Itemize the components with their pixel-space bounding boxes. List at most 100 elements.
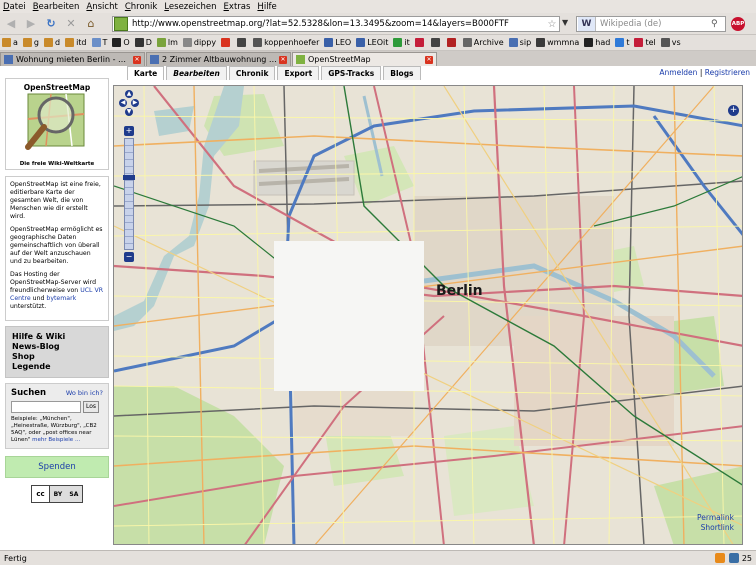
slippy-map[interactable]: Berlin ▲ ◀ ▶ ▼ + − + Permalink Shortlink	[113, 85, 743, 545]
more-examples-link[interactable]: mehr Beispiele ...	[32, 437, 80, 443]
bookmark-star-icon[interactable]: ☆	[545, 19, 559, 30]
zoom-in-icon[interactable]: +	[124, 126, 134, 136]
search-input[interactable]	[11, 401, 81, 413]
bookmark-favicon-icon	[660, 38, 670, 47]
stop-icon[interactable]: ✕	[63, 16, 79, 32]
forward-arrow-icon[interactable]: ▶	[23, 16, 39, 32]
sidebar-link[interactable]: Legende	[12, 362, 102, 372]
bytemark-link[interactable]: bytemark	[46, 295, 76, 302]
reload-icon[interactable]: ↻	[43, 16, 59, 32]
search-title: Suchen	[11, 388, 47, 398]
url-text[interactable]: http://www.openstreetmap.org/?lat=52.532…	[132, 19, 545, 29]
bookmark-item[interactable]: LEOit	[356, 38, 388, 47]
bookmark-item[interactable]: sip	[508, 38, 531, 47]
menu-item[interactable]: Hilfe	[257, 2, 276, 12]
login-link[interactable]: Anmelden	[659, 68, 697, 77]
bookmark-item[interactable]: a	[2, 38, 18, 47]
sidebar-link[interactable]: Shop	[12, 352, 102, 362]
bookmark-item[interactable]: wmmna	[536, 38, 579, 47]
bookmark-item[interactable]: tel	[634, 38, 656, 47]
shortlink-link[interactable]: Shortlink	[697, 523, 734, 533]
tab-close-icon[interactable]: ✕	[133, 55, 141, 64]
bookmark-favicon-icon	[324, 38, 334, 47]
network-icon[interactable]	[728, 553, 739, 563]
pan-up-icon[interactable]: ▲	[125, 90, 133, 98]
donate-button[interactable]: Spenden	[5, 456, 109, 478]
bookmark-item[interactable]: T	[91, 38, 107, 47]
bookmark-item[interactable]	[430, 38, 442, 47]
bookmark-item[interactable]: vs	[660, 38, 681, 47]
search-box[interactable]: W Wikipedia (de) ⚲	[576, 16, 726, 32]
bookmark-item[interactable]	[446, 38, 458, 47]
bookmark-item[interactable]: D	[134, 38, 152, 47]
osm-nav-tab[interactable]: Bearbeiten	[166, 66, 227, 80]
bookmark-item[interactable]: LEO	[324, 38, 351, 47]
bookmark-favicon-icon	[134, 38, 144, 47]
creative-commons-badge[interactable]: cc BY SA	[31, 485, 83, 503]
osm-logo[interactable]: OpenStreetMap Die freie Wiki-Weltkarte	[5, 78, 109, 170]
bookmark-item[interactable]: koppenhoefer	[253, 38, 319, 47]
osm-nav-tab[interactable]: Blogs	[383, 66, 421, 80]
back-arrow-icon[interactable]: ◀	[3, 16, 19, 32]
search-placeholder[interactable]: Wikipedia (de)	[600, 19, 711, 29]
browser-tab[interactable]: OpenStreetMap ✕	[292, 52, 437, 66]
bookmark-item[interactable]: had	[584, 38, 610, 47]
map-tiles[interactable]	[114, 86, 743, 545]
addon-icon[interactable]	[714, 553, 725, 563]
zoom-slider[interactable]	[123, 138, 135, 250]
osm-nav-tab[interactable]: GPS-Tracks	[321, 66, 382, 80]
bookmark-item[interactable]: lm	[156, 38, 178, 47]
sidebar-link[interactable]: News-Blog	[12, 342, 102, 352]
search-icon[interactable]: ⚲	[711, 19, 725, 29]
tab-close-icon[interactable]: ✕	[425, 55, 433, 64]
tab-close-icon[interactable]: ✕	[279, 55, 287, 64]
intro-box: OpenStreetMap ist eine freie, editierbar…	[5, 176, 109, 321]
menu-item[interactable]: Extras	[224, 2, 251, 12]
zoom-controls: ▲ ◀ ▶ ▼ + −	[119, 90, 139, 262]
zoom-out-icon[interactable]: −	[124, 252, 134, 262]
bookmark-item[interactable]: g	[22, 38, 39, 47]
bookmark-item[interactable]: dippy	[182, 38, 216, 47]
sidebar-link[interactable]: Hilfe & Wiki	[12, 332, 102, 342]
bookmark-label: itd	[76, 38, 87, 47]
bookmark-item[interactable]: itd	[65, 38, 87, 47]
bookmark-favicon-icon	[393, 38, 403, 47]
bookmark-item[interactable]: O	[112, 38, 130, 47]
bookmark-item[interactable]: it	[393, 38, 410, 47]
bookmark-item[interactable]	[237, 38, 248, 47]
menu-item[interactable]: Chronik	[125, 2, 158, 12]
register-link[interactable]: Registrieren	[705, 68, 750, 77]
tab-title: 2 Zimmer Altbauwohnung PR...	[162, 55, 277, 64]
bookmark-item[interactable]: Archive	[462, 38, 504, 47]
menu-item[interactable]: Datei	[3, 2, 26, 12]
bookmark-item[interactable]: d	[43, 38, 60, 47]
pan-down-icon[interactable]: ▼	[125, 108, 133, 116]
browser-tab[interactable]: 2 Zimmer Altbauwohnung PR... ✕	[146, 52, 291, 66]
search-engine-icon[interactable]: W	[578, 17, 596, 31]
hosting-text: und	[30, 295, 47, 302]
pan-left-icon[interactable]: ◀	[119, 99, 127, 107]
menu-item[interactable]: Bearbeiten	[33, 2, 80, 12]
url-dropdown-icon[interactable]: ▼	[562, 18, 572, 27]
layer-switcher-icon[interactable]: +	[728, 105, 739, 116]
url-bar[interactable]: http://www.openstreetmap.org/?lat=52.532…	[112, 16, 560, 32]
bookmark-item[interactable]: t	[615, 38, 629, 47]
osm-nav-tab[interactable]: Chronik	[228, 66, 276, 80]
menu-item[interactable]: Ansicht	[86, 2, 117, 12]
adblock-icon[interactable]: ABP	[731, 17, 745, 31]
menu-item[interactable]: Lesezeichen	[164, 2, 216, 12]
status-bar: Fertig 25	[0, 550, 756, 565]
where-am-i-link[interactable]: Wo bin ich?	[66, 389, 103, 397]
navigation-toolbar: ◀ ▶ ↻ ✕ ⌂ http://www.openstreetmap.org/?…	[0, 13, 756, 35]
bookmark-item[interactable]	[221, 38, 232, 47]
pan-right-icon[interactable]: ▶	[131, 99, 139, 107]
home-icon[interactable]: ⌂	[83, 16, 99, 32]
zoom-slider-handle[interactable]	[123, 175, 135, 180]
search-go-button[interactable]: Los	[83, 401, 99, 413]
intro-paragraph: OpenStreetMap ermöglicht es geographisch…	[10, 226, 103, 265]
bookmark-item[interactable]	[414, 38, 426, 47]
browser-tab[interactable]: Wohnung mieten Berlin - Berli...✕	[0, 52, 145, 66]
osm-nav-tab[interactable]: Export	[277, 66, 320, 80]
permalink-link[interactable]: Permalink	[697, 513, 734, 523]
osm-nav-tab[interactable]: Karte	[127, 66, 165, 80]
